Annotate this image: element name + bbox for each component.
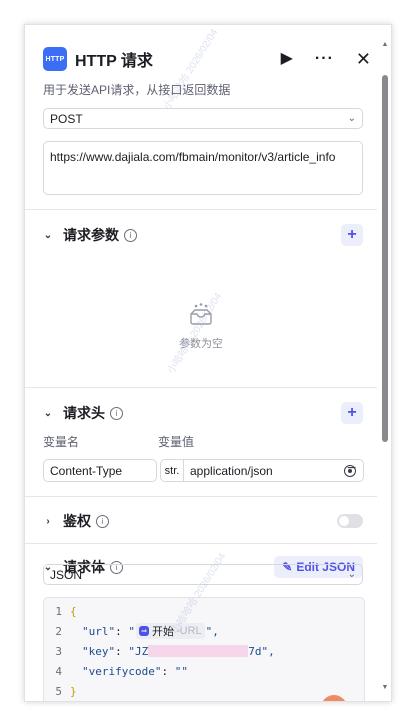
code-line: 3 "key" : "JZ 7d", <box>44 641 275 661</box>
header-value-field[interactable]: str. application/json <box>160 459 364 482</box>
variable-chip-field: -URL <box>176 625 202 637</box>
node-header: HTTP HTTP 请求 ▶ ··· ✕ <box>43 45 371 73</box>
params-empty-state: 参数为空 <box>25 302 377 351</box>
divider <box>25 387 377 388</box>
code-token: "key" <box>82 644 116 658</box>
code-line: 4 "verifycode" : "" <box>44 661 188 681</box>
code-token: ", <box>205 624 219 638</box>
start-node-icon: ⇒ <box>139 626 149 636</box>
code-token: { <box>70 604 77 618</box>
node-content: POST ⌄ https://www.dajiala.com/fbmain/mo… <box>25 105 377 701</box>
header-name-column-label: 变量名 <box>43 435 80 449</box>
code-token: "JZ <box>128 644 149 658</box>
code-token: } <box>70 684 77 698</box>
code-token: "url" <box>82 624 116 638</box>
params-title: 请求参数 <box>63 227 119 243</box>
body-type-select[interactable]: JSON ⌄ <box>43 564 363 585</box>
node-description: 用于发送API请求，从接口返回数据 <box>43 83 231 97</box>
node-title[interactable]: HTTP 请求 <box>75 47 153 71</box>
code-token: 7d", <box>248 644 275 658</box>
play-icon[interactable]: ▶ <box>281 51 293 67</box>
code-token: : <box>115 624 129 638</box>
chevron-down-icon[interactable]: ⌄ <box>43 408 53 419</box>
method-value: POST <box>50 111 83 126</box>
remove-header-button[interactable]: − <box>347 460 356 478</box>
headers-section-header[interactable]: ⌄ 请求头 i + <box>43 402 363 424</box>
params-section-header[interactable]: ⌄ 请求参数 i + <box>43 224 363 246</box>
scroll-down-arrow-icon[interactable]: ▼ <box>381 684 389 691</box>
variable-chip-label: 开始 <box>152 626 174 638</box>
divider <box>25 496 377 497</box>
redacted-key <box>148 645 249 657</box>
line-number: 1 <box>55 604 62 618</box>
code-line: 2 "url" : " ⇒ 开始 -URL ", <box>44 621 219 641</box>
code-token: " <box>128 624 135 638</box>
chevron-down-icon: ⌄ <box>347 113 356 124</box>
scrollbar[interactable]: ▲ ▼ <box>381 41 389 691</box>
code-line: 5 } <box>44 681 77 701</box>
code-token: : <box>161 664 175 678</box>
info-icon[interactable]: i <box>96 514 109 528</box>
header-value-input[interactable]: application/json <box>184 464 273 478</box>
close-icon[interactable]: ✕ <box>356 50 371 68</box>
info-icon[interactable]: i <box>110 406 123 420</box>
empty-box-icon <box>190 303 212 325</box>
auth-toggle[interactable] <box>337 514 363 528</box>
line-number: 5 <box>55 684 62 698</box>
divider <box>25 209 377 210</box>
more-icon[interactable]: ··· <box>315 51 334 67</box>
auth-section-header[interactable]: › 鉴权 i <box>43 511 363 531</box>
scroll-up-arrow-icon[interactable]: ▲ <box>381 41 389 48</box>
header-name-input[interactable]: Content-Type <box>43 459 157 482</box>
chevron-right-icon[interactable]: › <box>43 516 53 527</box>
value-type-select[interactable]: str. <box>161 460 184 481</box>
header-value-column-label: 变量值 <box>158 435 195 449</box>
code-line: 1 { <box>44 601 77 621</box>
body-type-value: JSON <box>50 567 83 582</box>
code-token: : <box>115 644 129 658</box>
add-header-button[interactable]: + <box>341 402 363 424</box>
chevron-down-icon: ⌄ <box>347 569 356 580</box>
line-number: 4 <box>55 664 62 678</box>
code-token: "" <box>174 664 188 678</box>
method-select[interactable]: POST ⌄ <box>43 108 363 129</box>
code-token: "verifycode" <box>82 664 162 678</box>
scroll-thumb[interactable] <box>382 75 388 442</box>
params-empty-text: 参数为空 <box>179 338 223 350</box>
line-number: 2 <box>55 624 62 638</box>
line-number: 3 <box>55 644 62 658</box>
divider <box>25 543 377 544</box>
add-param-button[interactable]: + <box>341 224 363 246</box>
http-request-node-panel: HTTP HTTP 请求 ▶ ··· ✕ 用于发送API请求，从接口返回数据 P… <box>24 24 392 702</box>
auth-title: 鉴权 <box>63 513 91 529</box>
chevron-down-icon[interactable]: ⌄ <box>43 230 53 241</box>
http-app-icon: HTTP <box>43 47 67 71</box>
url-input[interactable]: https://www.dajiala.com/fbmain/monitor/v… <box>43 141 363 195</box>
variable-chip[interactable]: ⇒ 开始 -URL <box>136 623 205 639</box>
json-code-editor[interactable]: 1 { 2 "url" : " ⇒ 开始 -URL ", 3 "key": "… <box>43 597 365 701</box>
info-icon[interactable]: i <box>124 228 137 242</box>
headers-title: 请求头 <box>63 405 105 421</box>
